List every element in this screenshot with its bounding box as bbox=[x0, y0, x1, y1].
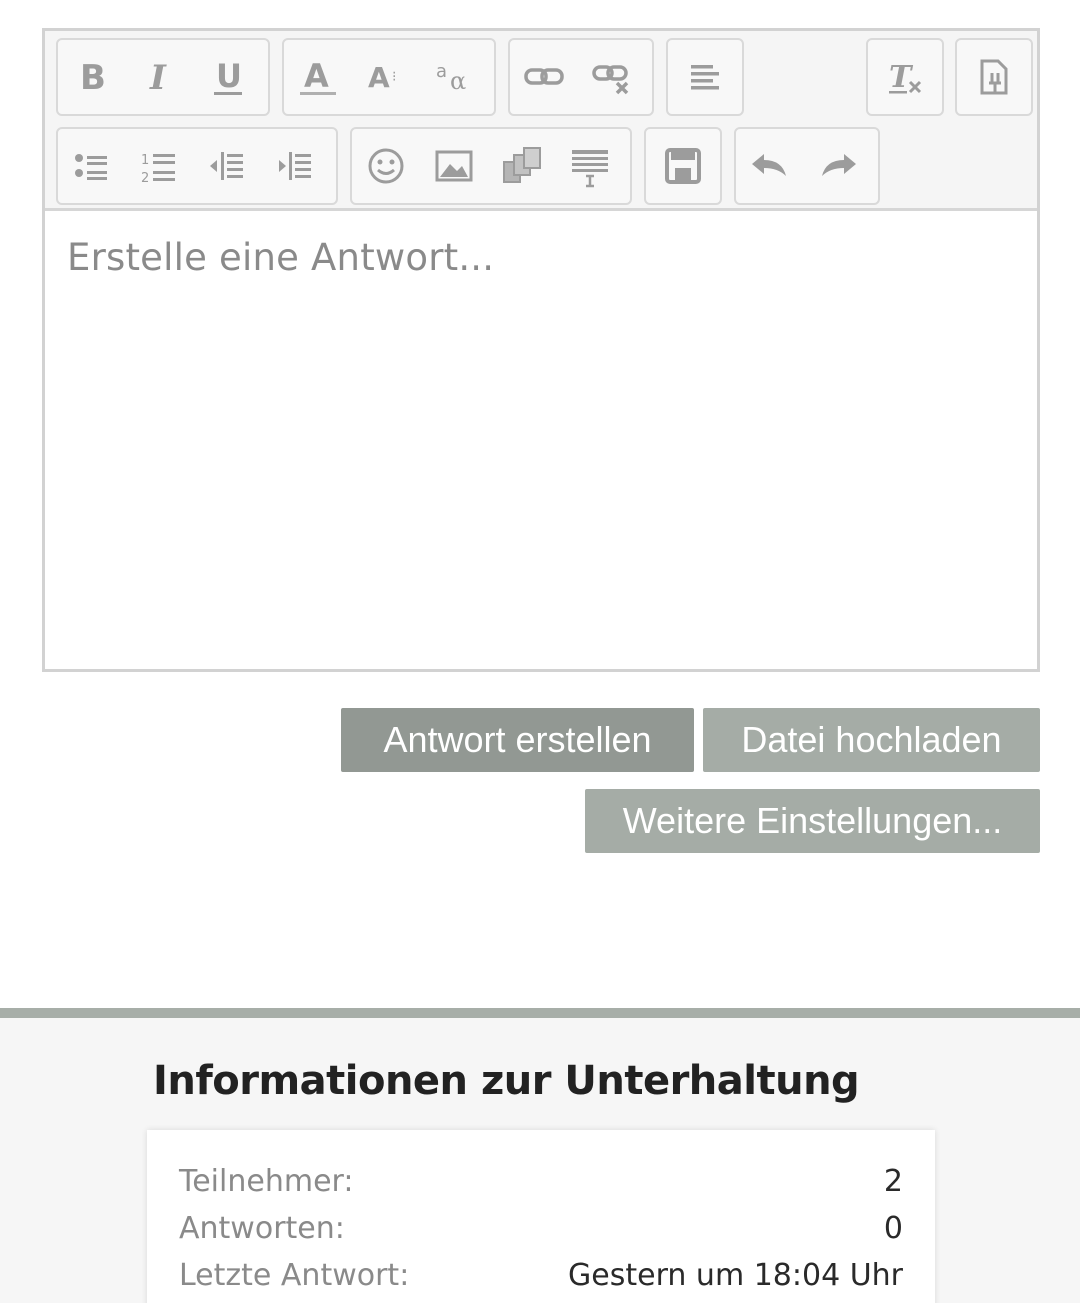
link-icon bbox=[524, 68, 564, 85]
toolbar-group-plugin bbox=[955, 38, 1033, 116]
undo-button[interactable] bbox=[736, 129, 804, 203]
numbered-list-icon: 1 2 bbox=[141, 153, 175, 186]
font-color-button[interactable]: A bbox=[284, 40, 352, 114]
editor-toolbar: B I U A A ⁝ aα T 1 2 bbox=[45, 31, 1037, 211]
info-row-participants: Teilnehmer: 2 bbox=[179, 1164, 903, 1208]
clear-format-button[interactable]: T bbox=[868, 40, 942, 114]
table-button[interactable] bbox=[556, 129, 624, 203]
image-icon bbox=[435, 150, 473, 182]
toolbar-group-basic: B I U bbox=[56, 38, 270, 116]
info-value: 2 bbox=[883, 1164, 903, 1199]
svg-text:B: B bbox=[80, 58, 106, 98]
font-size-button[interactable]: A ⁝ bbox=[352, 40, 420, 114]
svg-text:A: A bbox=[368, 61, 390, 94]
image-button[interactable] bbox=[420, 129, 488, 203]
font-family-icon: aα bbox=[436, 61, 466, 95]
underline-button[interactable]: U bbox=[194, 40, 262, 114]
info-value: 0 bbox=[883, 1211, 903, 1246]
source-button[interactable] bbox=[957, 40, 1031, 114]
undo-icon bbox=[752, 154, 786, 176]
svg-text:2: 2 bbox=[141, 171, 149, 186]
save-button[interactable] bbox=[646, 129, 720, 203]
plugin-icon bbox=[980, 59, 1008, 95]
editor-placeholder: Erstelle eine Antwort... bbox=[67, 236, 495, 279]
editor-content-area[interactable]: Erstelle eine Antwort... bbox=[45, 214, 1037, 669]
info-label: Letzte Antwort: bbox=[179, 1258, 410, 1293]
reply-editor: B I U A A ⁝ aα T 1 2 Erstelle eine Antwo… bbox=[42, 28, 1040, 672]
clear-format-icon: T bbox=[889, 60, 922, 95]
numbered-list-button[interactable]: 1 2 bbox=[126, 129, 194, 203]
indent-icon bbox=[279, 152, 311, 180]
toolbar-group-font: A A ⁝ aα bbox=[282, 38, 496, 116]
bullet-list-icon bbox=[75, 154, 107, 180]
align-button[interactable] bbox=[668, 40, 742, 114]
media-icon bbox=[503, 147, 541, 183]
info-label: Teilnehmer: bbox=[179, 1164, 354, 1199]
info-row-replies: Antworten: 0 bbox=[179, 1211, 903, 1255]
emoji-button[interactable] bbox=[352, 129, 420, 203]
redo-icon bbox=[822, 154, 856, 176]
upload-file-button[interactable]: Datei hochladen bbox=[703, 708, 1040, 772]
svg-text:1: 1 bbox=[141, 153, 149, 168]
toolbar-group-history bbox=[734, 127, 880, 205]
save-icon bbox=[665, 148, 701, 184]
table-icon bbox=[572, 150, 608, 188]
remove-link-button[interactable] bbox=[578, 40, 646, 114]
italic-icon: I bbox=[149, 58, 167, 98]
conversation-info-title: Informationen zur Unterhaltung bbox=[153, 1058, 860, 1104]
svg-text:A: A bbox=[304, 57, 329, 95]
info-label: Antworten: bbox=[179, 1211, 345, 1246]
media-button[interactable] bbox=[488, 129, 556, 203]
insert-link-button[interactable] bbox=[510, 40, 578, 114]
bullet-list-button[interactable] bbox=[58, 129, 126, 203]
svg-text:α: α bbox=[450, 67, 466, 95]
indent-button[interactable] bbox=[262, 129, 330, 203]
conversation-info-card: Teilnehmer: 2 Antworten: 0 Letzte Antwor… bbox=[147, 1130, 935, 1303]
underline-icon: U bbox=[214, 57, 242, 95]
font-color-icon: A bbox=[300, 57, 336, 95]
toolbar-group-align bbox=[666, 38, 744, 116]
toolbar-group-link bbox=[508, 38, 654, 116]
font-size-icon: A ⁝ bbox=[368, 61, 396, 94]
toolbar-group-insert bbox=[350, 127, 632, 205]
toolbar-group-clear: T bbox=[866, 38, 944, 116]
svg-text:I: I bbox=[149, 58, 167, 98]
info-row-last-reply: Letzte Antwort: Gestern um 18:04 Uhr bbox=[179, 1258, 903, 1302]
more-settings-button[interactable]: Weitere Einstellungen... bbox=[585, 789, 1040, 853]
smiley-icon bbox=[368, 148, 404, 184]
svg-text:a: a bbox=[436, 61, 447, 82]
svg-text:⁝: ⁝ bbox=[392, 69, 396, 85]
info-value: Gestern um 18:04 Uhr bbox=[568, 1258, 903, 1293]
svg-text:U: U bbox=[216, 57, 242, 95]
redo-button[interactable] bbox=[804, 129, 872, 203]
outdent-icon bbox=[210, 152, 243, 180]
page: B I U A A ⁝ aα T 1 2 Erstelle eine Antwo… bbox=[0, 0, 1080, 1303]
toolbar-group-lists: 1 2 bbox=[56, 127, 338, 205]
create-reply-button[interactable]: Antwort erstellen bbox=[341, 708, 694, 772]
unlink-icon bbox=[592, 65, 629, 95]
align-left-icon bbox=[691, 65, 719, 90]
toolbar-group-save bbox=[644, 127, 722, 205]
italic-button[interactable]: I bbox=[126, 40, 194, 114]
outdent-button[interactable] bbox=[194, 129, 262, 203]
font-family-button[interactable]: aα bbox=[420, 40, 488, 114]
bold-icon: B bbox=[80, 58, 106, 98]
bold-button[interactable]: B bbox=[58, 40, 126, 114]
